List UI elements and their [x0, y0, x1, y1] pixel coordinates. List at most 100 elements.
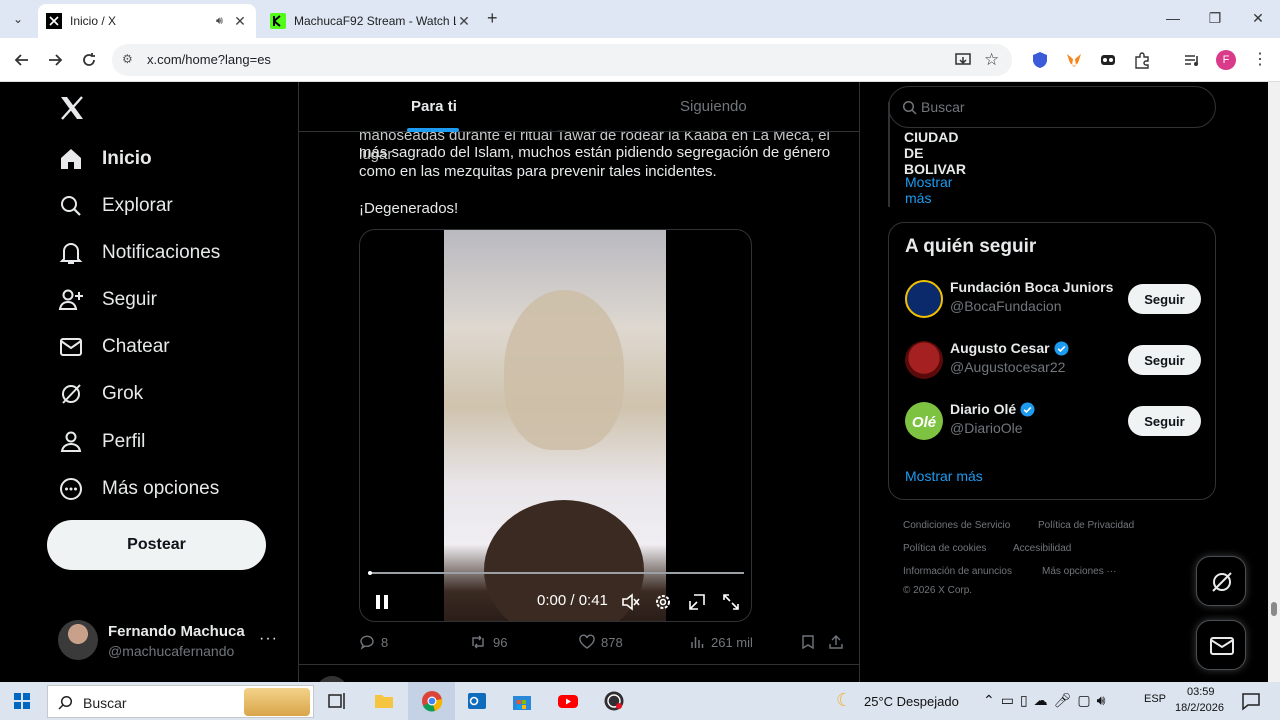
more-circle-icon	[58, 476, 84, 502]
follow-suggestion[interactable]: Fundación Boca Juniors @BocaFundacion Se…	[905, 277, 1201, 321]
tab-search-button[interactable]: ⌄	[8, 9, 28, 29]
video-progress-bar[interactable]	[368, 571, 744, 575]
weather-moon-icon: ☾	[836, 690, 853, 710]
footer-link[interactable]: Condiciones de Servicio	[903, 520, 1010, 531]
sidebar-item-notificaciones[interactable]: Notificaciones	[58, 235, 220, 271]
tab-siguiendo[interactable]: Siguiendo	[680, 98, 747, 115]
like-button[interactable]: 878	[579, 634, 623, 650]
address-bar-row: ⚙ x.com/home?lang=es ☆ F ⋮	[0, 38, 1280, 82]
sidebar-item-chatear[interactable]: Chatear	[58, 329, 170, 365]
video-progress-handle[interactable]	[368, 571, 372, 575]
mute-icon[interactable]	[620, 592, 640, 612]
profile-handle: @machucafernando	[108, 643, 235, 659]
install-app-icon[interactable]	[954, 51, 972, 69]
new-tab-button[interactable]: +	[487, 8, 498, 29]
post-button[interactable]: Postear	[47, 520, 266, 570]
task-view-icon[interactable]	[326, 690, 348, 712]
repost-icon	[472, 635, 484, 649]
views-button[interactable]: 261 mil	[689, 634, 753, 650]
like-count: 878	[601, 634, 623, 650]
bookmark-icon[interactable]	[800, 634, 822, 650]
sidebar-item-mas-opciones[interactable]: Más opciones	[58, 471, 219, 507]
views-count: 261 mil	[711, 634, 753, 650]
follow-button[interactable]: Seguir	[1128, 345, 1201, 375]
footer-link[interactable]: Accesibilidad	[1013, 543, 1071, 554]
sidebar-item-label: Chatear	[102, 336, 170, 357]
tab-para-ti[interactable]: Para ti	[411, 98, 457, 115]
weather-text[interactable]: 25°C Despejado	[864, 694, 959, 709]
sidebar-item-grok[interactable]: Grok	[58, 376, 143, 412]
page-scrollbar[interactable]	[1268, 82, 1280, 682]
tab-stream[interactable]: MachucaF92 Stream - Watch Li ✕	[262, 4, 480, 38]
suggestion-name-text: Fundación Boca Juniors	[950, 279, 1114, 295]
forward-icon[interactable]	[45, 50, 65, 70]
footer-link[interactable]: Más opciones ···	[1042, 566, 1116, 577]
footer-link[interactable]: Información de anuncios	[903, 566, 1012, 577]
extension-shield-icon[interactable]	[1031, 51, 1049, 69]
site-info-icon[interactable]: ⚙	[122, 52, 133, 66]
minimize-icon[interactable]: —	[1163, 10, 1183, 30]
chrome-menu-icon[interactable]: ⋮	[1252, 51, 1270, 69]
restore-icon[interactable]: ❐	[1205, 10, 1225, 30]
settings-icon[interactable]	[653, 592, 673, 612]
pip-icon[interactable]	[687, 592, 707, 612]
footer-link[interactable]: Política de cookies	[903, 543, 986, 554]
x-logo[interactable]	[58, 94, 86, 122]
close-tab-icon[interactable]: ✕	[232, 13, 248, 30]
profile-avatar[interactable]: F	[1216, 50, 1236, 70]
follow-suggestion[interactable]: Augusto Cesar @Augustocesar22 Seguir	[905, 338, 1201, 382]
bookmark-star-icon[interactable]: ☆	[984, 51, 1002, 69]
speaker-icon[interactable]: 🔊︎	[216, 15, 232, 28]
footer-link[interactable]: Política de Privacidad	[1038, 520, 1134, 531]
clock-time[interactable]: 03:59	[1187, 686, 1215, 698]
account-switcher[interactable]: Fernando Machuca @machucafernando ···	[58, 618, 288, 662]
language-indicator[interactable]: ESP	[1144, 693, 1166, 705]
show-more-link[interactable]: Mostrar más	[905, 174, 952, 206]
obs-icon[interactable]	[603, 690, 625, 712]
messages-float-button[interactable]	[1196, 620, 1246, 670]
video-player[interactable]: 0:00 / 0:41	[359, 229, 752, 622]
clock-date[interactable]: 18/2/2026	[1175, 702, 1224, 714]
metamask-icon[interactable]	[1065, 51, 1083, 69]
youtube-icon[interactable]	[557, 690, 579, 712]
windows-start-icon[interactable]	[14, 693, 30, 709]
divider	[859, 82, 860, 682]
store-icon[interactable]	[511, 690, 533, 712]
sidebar-item-inicio[interactable]: Inicio	[58, 141, 152, 177]
person-add-icon	[58, 287, 84, 313]
search-input[interactable]: Buscar	[888, 86, 1216, 128]
suggestion-name: Fundación Boca Juniors	[950, 279, 1113, 295]
url-field[interactable]: ⚙ x.com/home?lang=es	[112, 44, 1012, 76]
follow-suggestion[interactable]: Olé Diario Olé @DiarioOle Seguir	[905, 399, 1201, 443]
scrollbar-thumb[interactable]	[1271, 602, 1277, 616]
pause-icon[interactable]	[372, 592, 392, 612]
media-controls-icon[interactable]	[1183, 51, 1201, 69]
repost-button[interactable]: 96	[469, 634, 507, 650]
taskbar-search[interactable]: Buscar	[47, 685, 314, 718]
extension-mask-icon[interactable]	[1099, 51, 1117, 69]
follow-button[interactable]: Seguir	[1128, 284, 1201, 314]
bell-icon	[58, 240, 84, 266]
reply-button[interactable]: 8	[359, 634, 388, 650]
reload-icon[interactable]	[79, 50, 99, 70]
follow-button[interactable]: Seguir	[1128, 406, 1201, 436]
back-icon[interactable]	[12, 50, 32, 70]
close-window-icon[interactable]: ✕	[1248, 10, 1268, 30]
tab-inicio[interactable]: Inicio / X 🔊︎ ✕	[38, 4, 256, 38]
share-icon[interactable]	[828, 634, 850, 650]
tray-icons[interactable]: ⌃▭▯☁🎤︎▢🔊︎	[983, 692, 1111, 709]
grok-float-button[interactable]	[1196, 556, 1246, 606]
sidebar-item-perfil[interactable]: Perfil	[58, 424, 145, 460]
trend-name[interactable]: CIUDAD DE BOLIVAR	[904, 129, 966, 177]
show-more-link[interactable]: Mostrar más	[905, 468, 983, 484]
extensions-puzzle-icon[interactable]	[1133, 51, 1151, 69]
chrome-icon[interactable]	[421, 690, 443, 712]
notifications-icon[interactable]	[1241, 691, 1261, 711]
file-explorer-icon[interactable]	[373, 690, 395, 712]
sidebar-item-explorar[interactable]: Explorar	[58, 188, 173, 224]
outlook-icon[interactable]	[466, 690, 488, 712]
sidebar-item-seguir[interactable]: Seguir	[58, 282, 157, 318]
views-chart-icon	[691, 637, 704, 648]
close-tab-icon[interactable]: ✕	[456, 13, 472, 30]
fullscreen-icon[interactable]	[721, 592, 741, 612]
